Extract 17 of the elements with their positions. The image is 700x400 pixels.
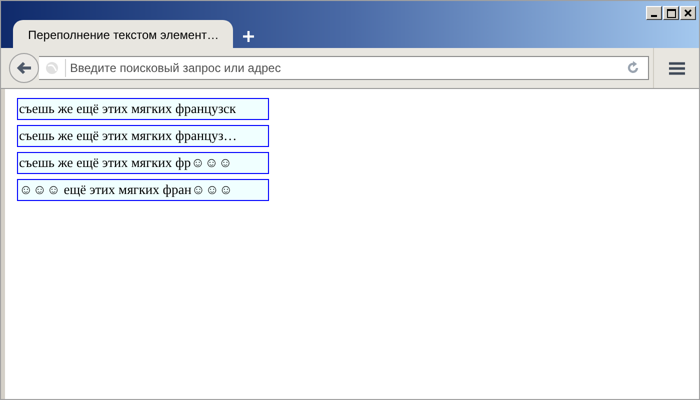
back-arrow-icon [16,61,32,75]
menu-icon[interactable] [668,62,684,74]
close-button[interactable] [680,6,696,20]
browser-tab[interactable]: Переполнение текстом элемент… [13,20,233,50]
address-bar[interactable]: Введите поисковый запрос или адрес [39,56,649,80]
text-box: съешь же ещё этих мягких француз… [17,125,269,147]
minimize-button[interactable] [646,6,662,20]
plus-icon[interactable] [243,31,254,42]
tab-title: Переполнение текстом элемент… [28,27,219,44]
text-box: ☺☺☺ ещё этих мягких фран☺☺☺ [17,179,269,201]
text-box: съешь же ещё этих мягких французск [17,98,269,120]
text-box: съешь же ещё этих мягких фр☺☺☺ [17,152,269,174]
maximize-icon [666,8,676,18]
back-button[interactable] [9,53,39,83]
close-icon [684,9,692,17]
maximize-button[interactable] [663,6,679,20]
address-input[interactable]: Введите поисковый запрос или адрес [65,59,618,77]
